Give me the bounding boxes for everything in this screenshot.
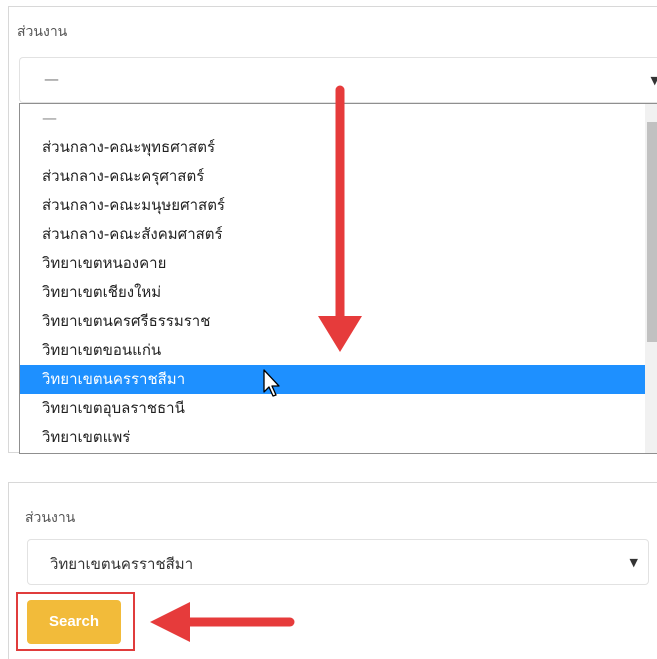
department-panel-expanded: ส่วนงาน — ▼ — ส่วนกลาง-คณะพุทธศาสตร์ ส่ว… <box>8 6 657 454</box>
option-item[interactable]: วิทยาเขตแพร่ <box>20 423 645 452</box>
chevron-down-icon: ▼ <box>650 74 657 87</box>
department-select[interactable]: — ▼ <box>19 57 657 103</box>
option-item[interactable]: — <box>20 104 645 133</box>
option-item[interactable]: ส่วนกลาง-คณะสังคมศาสตร์ <box>20 220 645 249</box>
option-item[interactable]: วิทยาเขตขอนแก่น <box>20 336 645 365</box>
option-item[interactable]: วิทยาเขตหนองคาย <box>20 249 645 278</box>
search-button[interactable]: Search <box>27 600 121 644</box>
option-item[interactable]: วิทยาเขตเชียงใหม่ <box>20 278 645 307</box>
chevron-down-icon: ▼ <box>629 556 638 569</box>
department-label: ส่วนงาน <box>17 24 68 40</box>
department-select-value: วิทยาเขตนครราชสีมา <box>50 555 194 573</box>
department-select[interactable]: วิทยาเขตนครราชสีมา ▼ <box>27 539 649 585</box>
option-item[interactable]: ส่วนกลาง-คณะครุศาสตร์ <box>20 162 645 191</box>
option-item[interactable]: วิทยาเขตนครศรีธรรมราช <box>20 307 645 336</box>
option-item[interactable]: ส่วนกลาง-คณะพุทธศาสตร์ <box>20 133 645 162</box>
listbox-scrollbar[interactable] <box>645 104 657 453</box>
department-select-value: — <box>44 70 59 88</box>
option-item[interactable]: วิทยาเขตอุบลราชธานี <box>20 394 645 423</box>
department-label: ส่วนงาน <box>25 510 76 526</box>
option-item-selected[interactable]: วิทยาเขตนครราชสีมา <box>20 365 645 394</box>
listbox-scrollbar-thumb[interactable] <box>647 122 657 342</box>
option-item[interactable]: ส่วนกลาง-คณะมนุษยศาสตร์ <box>20 191 645 220</box>
department-options-list[interactable]: — ส่วนกลาง-คณะพุทธศาสตร์ ส่วนกลาง-คณะครุ… <box>19 103 657 454</box>
